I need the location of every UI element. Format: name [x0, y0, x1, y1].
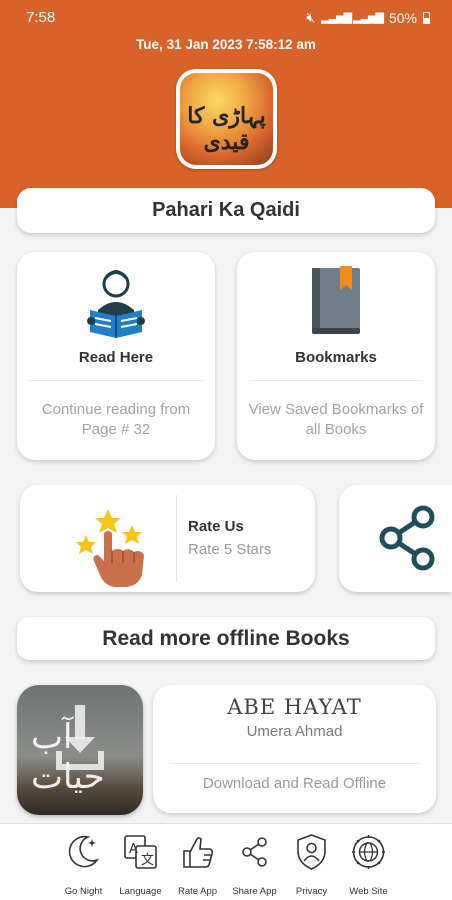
header: 7:58 🔇︎ ▂▃▅▇ ▂▃▅▇ 50% Tue, 31 Jan 2023 7… [0, 0, 452, 208]
bookmarks-card[interactable]: Bookmarks View Saved Bookmarks of all Bo… [237, 252, 435, 460]
nav-rate-app[interactable]: Rate App [169, 824, 226, 900]
date-time: Tue, 31 Jan 2023 7:58:12 am [136, 37, 316, 52]
nav-web-site[interactable]: Web Site [340, 824, 397, 900]
featured-book-card[interactable]: ABE HAYAT Umera Ahmad Download and Read … [153, 685, 436, 813]
book-thumbnail[interactable]: آب حیات [17, 685, 143, 815]
share-card[interactable] [339, 485, 452, 592]
nav-label: Language [119, 886, 162, 897]
privacy-shield-icon [297, 834, 326, 870]
nav-label: Rate App [177, 886, 218, 897]
rate-us-title: Rate Us [188, 518, 244, 535]
share-icon [379, 505, 435, 571]
rate-stars-hand-icon [76, 509, 144, 587]
more-books-label: Read more offline Books [102, 626, 350, 650]
thumbs-up-icon [183, 837, 214, 868]
app-logo: پہاڑی کا قیدی [176, 69, 277, 169]
nav-label: Go Night [64, 886, 103, 897]
divider [169, 763, 420, 764]
status-bar: 7:58 🔇︎ ▂▃▅▇ ▂▃▅▇ 50% [0, 0, 452, 34]
featured-book-title: ABE HAYAT [227, 695, 362, 719]
bookmarks-label: Bookmarks [295, 349, 377, 366]
more-books-header[interactable]: Read more offline Books [17, 617, 435, 660]
nav-label: Web Site [349, 886, 388, 897]
rate-us-card[interactable]: Rate Us Rate 5 Stars [20, 485, 315, 592]
svg-text:A: A [129, 842, 138, 857]
nav-language[interactable]: A 文 Language [112, 824, 169, 900]
translate-icon: A 文 [124, 835, 157, 869]
status-time: 7:58 [26, 9, 56, 26]
divider [249, 380, 423, 381]
divider [176, 495, 177, 582]
share-icon [242, 837, 267, 867]
reader-icon [87, 270, 145, 338]
battery-icon [423, 11, 430, 24]
nav-go-night[interactable]: Go Night [55, 824, 112, 900]
download-read-offline[interactable]: Download and Read Offline [153, 775, 436, 792]
mute-icon: 🔇︎ [306, 9, 316, 25]
svg-text:文: 文 [141, 853, 154, 868]
nav-label: Share App [232, 886, 277, 897]
read-here-label: Read Here [78, 349, 154, 366]
status-icons: 🔇︎ ▂▃▅▇ ▂▃▅▇ 50% [306, 9, 430, 26]
read-here-card[interactable]: Read Here Continue reading from Page # 3… [17, 252, 215, 460]
book-title: Pahari Ka Qaidi [152, 199, 300, 221]
logo-title: پہاڑی کا قیدی [187, 103, 266, 155]
download-icon [56, 705, 104, 770]
globe-icon [352, 835, 385, 869]
signal-icon: ▂▃▅▇ ▂▃▅▇ [321, 12, 384, 24]
bookmarks-subtitle: View Saved Bookmarks of all Books [248, 401, 424, 438]
bookmark-book-icon [312, 266, 360, 334]
rate-us-subtitle: Rate 5 Stars [188, 541, 272, 558]
read-here-subtitle: Continue reading from Page # 32 [41, 401, 191, 438]
book-title-bar: Pahari Ka Qaidi [17, 188, 435, 233]
divider [29, 380, 203, 381]
bottom-nav: Go Night A 文 Language Rate App Share App [0, 823, 452, 900]
nav-label: Privacy [295, 886, 328, 897]
featured-book-author: Umera Ahmad [246, 723, 343, 740]
nav-privacy[interactable]: Privacy [283, 824, 340, 900]
moon-icon [68, 835, 100, 868]
battery-percent: 50% [388, 9, 417, 26]
nav-share-app[interactable]: Share App [226, 824, 283, 900]
